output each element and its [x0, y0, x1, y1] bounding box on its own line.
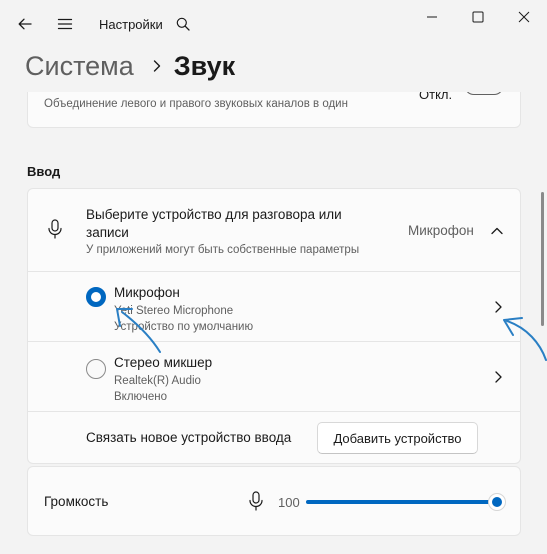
minimize-icon: [427, 16, 437, 18]
minimize-button[interactable]: [409, 0, 455, 34]
device-status: Включено: [114, 391, 168, 403]
vertical-scrollbar[interactable]: [541, 192, 544, 326]
volume-slider[interactable]: [306, 493, 506, 511]
mono-audio-toggle[interactable]: [464, 92, 504, 95]
device-model: Yeti Stereo Microphone: [114, 305, 234, 317]
app-title: Настройки: [99, 17, 163, 32]
close-icon: [518, 11, 530, 23]
input-device-item[interactable]: Стерео микшер Realtek(R) Audio Включено: [28, 342, 520, 412]
volume-value: 100: [278, 495, 300, 510]
input-device-radio[interactable]: [86, 359, 106, 379]
pair-input-device-row: Связать новое устройство ввода Добавить …: [28, 412, 520, 464]
chevron-right-icon[interactable]: [493, 370, 503, 389]
chevron-right-icon[interactable]: [493, 300, 503, 319]
mono-audio-description: Объединение левого и правого звуковых ка…: [44, 98, 348, 110]
search-icon: [176, 17, 190, 31]
input-device-radio-selected[interactable]: [86, 287, 106, 307]
search-button[interactable]: [167, 8, 199, 40]
microphone-icon: [248, 491, 264, 516]
title-bar: Настройки: [0, 0, 547, 48]
back-arrow-icon: [18, 18, 32, 30]
input-section-label: Ввод: [27, 164, 61, 179]
add-device-button[interactable]: Добавить устройство: [317, 422, 478, 454]
microphone-icon: [46, 219, 64, 244]
hamburger-icon: [57, 18, 73, 30]
input-device-item[interactable]: Микрофон Yeti Stereo Microphone Устройст…: [28, 272, 520, 342]
selected-input-device: Микрофон: [408, 223, 474, 238]
pair-input-device-label: Связать новое устройство ввода: [86, 430, 292, 445]
volume-slider-thumb-dot: [492, 497, 502, 507]
mono-audio-toggle-label: Откл.: [419, 92, 453, 102]
breadcrumb-parent-link[interactable]: Система: [25, 51, 134, 82]
maximize-icon: [472, 11, 484, 23]
input-device-selector[interactable]: Выберите устройство для разговора или за…: [28, 189, 520, 272]
mono-audio-card: Объединение левого и правого звуковых ка…: [27, 92, 521, 128]
menu-button[interactable]: [49, 8, 81, 40]
content-area[interactable]: Объединение левого и правого звуковых ка…: [0, 92, 547, 554]
close-button[interactable]: [501, 0, 547, 34]
volume-label: Громкость: [44, 494, 109, 509]
back-button[interactable]: [9, 8, 41, 40]
device-model: Realtek(R) Audio: [114, 375, 201, 387]
device-name: Микрофон: [114, 285, 180, 300]
device-name: Стерео микшер: [114, 355, 213, 370]
breadcrumb-separator-icon: [152, 59, 162, 73]
volume-slider-track: [306, 500, 497, 504]
input-device-card: Выберите устройство для разговора или за…: [27, 188, 521, 464]
input-device-selector-subtitle: У приложений могут быть собственные пара…: [86, 244, 360, 256]
breadcrumb: Система Звук: [25, 48, 235, 84]
input-device-selector-title: Выберите устройство для разговора или за…: [86, 207, 342, 240]
chevron-up-icon[interactable]: [490, 223, 504, 241]
input-volume-card: Громкость 100: [27, 466, 521, 536]
maximize-button[interactable]: [455, 0, 501, 34]
page-title: Звук: [173, 50, 236, 81]
volume-slider-thumb[interactable]: [488, 493, 506, 511]
device-status: Устройство по умолчанию: [114, 321, 254, 333]
